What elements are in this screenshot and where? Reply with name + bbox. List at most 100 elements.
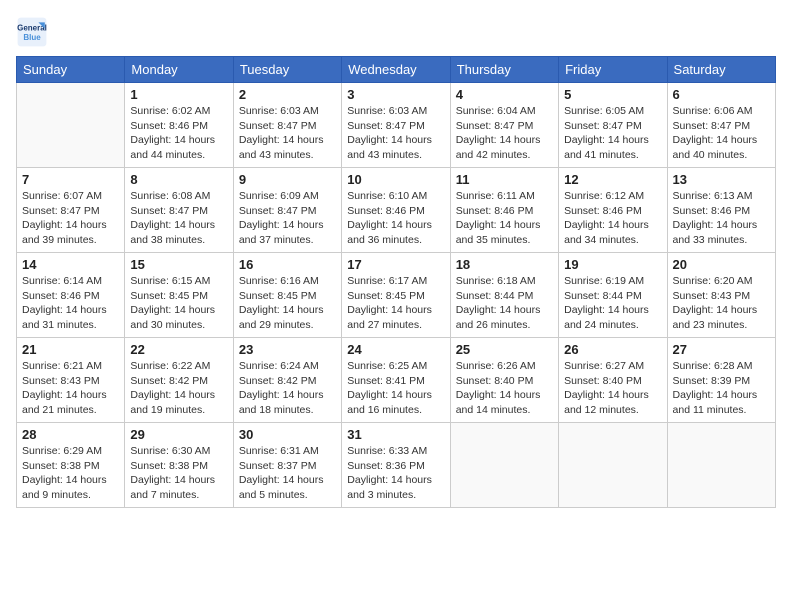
day-info: Sunrise: 6:06 AMSunset: 8:47 PMDaylight:… bbox=[673, 104, 770, 163]
calendar-cell bbox=[450, 423, 558, 508]
calendar-cell bbox=[667, 423, 775, 508]
day-number: 25 bbox=[456, 342, 553, 357]
day-number: 12 bbox=[564, 172, 661, 187]
calendar-cell: 17 Sunrise: 6:17 AMSunset: 8:45 PMDayligh… bbox=[342, 253, 450, 338]
day-info: Sunrise: 6:03 AMSunset: 8:47 PMDaylight:… bbox=[347, 104, 444, 163]
day-number: 19 bbox=[564, 257, 661, 272]
day-info: Sunrise: 6:20 AMSunset: 8:43 PMDaylight:… bbox=[673, 274, 770, 333]
calendar-cell: 16 Sunrise: 6:16 AMSunset: 8:45 PMDayligh… bbox=[233, 253, 341, 338]
day-info: Sunrise: 6:30 AMSunset: 8:38 PMDaylight:… bbox=[130, 444, 227, 503]
day-info: Sunrise: 6:21 AMSunset: 8:43 PMDaylight:… bbox=[22, 359, 119, 418]
day-info: Sunrise: 6:08 AMSunset: 8:47 PMDaylight:… bbox=[130, 189, 227, 248]
day-number: 31 bbox=[347, 427, 444, 442]
day-number: 29 bbox=[130, 427, 227, 442]
day-info: Sunrise: 6:16 AMSunset: 8:45 PMDaylight:… bbox=[239, 274, 336, 333]
day-info: Sunrise: 6:24 AMSunset: 8:42 PMDaylight:… bbox=[239, 359, 336, 418]
day-number: 28 bbox=[22, 427, 119, 442]
day-info: Sunrise: 6:22 AMSunset: 8:42 PMDaylight:… bbox=[130, 359, 227, 418]
day-number: 13 bbox=[673, 172, 770, 187]
calendar-cell: 26Sunrise: 6:27 AMSunset: 8:40 PMDayligh… bbox=[559, 338, 667, 423]
day-info: Sunrise: 6:29 AMSunset: 8:38 PMDaylight:… bbox=[22, 444, 119, 503]
day-info: Sunrise: 6:12 AMSunset: 8:46 PMDaylight:… bbox=[564, 189, 661, 248]
day-info: Sunrise: 6:10 AMSunset: 8:46 PMDaylight:… bbox=[347, 189, 444, 248]
calendar-cell: 11 Sunrise: 6:11 AMSunset: 8:46 PMDayligh… bbox=[450, 168, 558, 253]
calendar-cell: 23 Sunrise: 6:24 AMSunset: 8:42 PMDayligh… bbox=[233, 338, 341, 423]
calendar-cell: 30 Sunrise: 6:31 AMSunset: 8:37 PMDayligh… bbox=[233, 423, 341, 508]
day-info: Sunrise: 6:27 AMSunset: 8:40 PMDaylight:… bbox=[564, 359, 661, 418]
calendar-cell bbox=[559, 423, 667, 508]
day-number: 5 bbox=[564, 87, 661, 102]
day-info: Sunrise: 6:09 AMSunset: 8:47 PMDaylight:… bbox=[239, 189, 336, 248]
day-info: Sunrise: 6:13 AMSunset: 8:46 PMDaylight:… bbox=[673, 189, 770, 248]
day-number: 23 bbox=[239, 342, 336, 357]
svg-text:Blue: Blue bbox=[23, 33, 41, 42]
day-number: 14 bbox=[22, 257, 119, 272]
day-info: Sunrise: 6:25 AMSunset: 8:41 PMDaylight:… bbox=[347, 359, 444, 418]
calendar-cell: 1Sunrise: 6:02 AMSunset: 8:46 PMDaylight… bbox=[125, 83, 233, 168]
day-number: 27 bbox=[673, 342, 770, 357]
day-info: Sunrise: 6:26 AMSunset: 8:40 PMDaylight:… bbox=[456, 359, 553, 418]
day-number: 1 bbox=[130, 87, 227, 102]
day-number: 10 bbox=[347, 172, 444, 187]
calendar-cell: 7Sunrise: 6:07 AMSunset: 8:47 PMDaylight… bbox=[17, 168, 125, 253]
day-number: 18 bbox=[456, 257, 553, 272]
calendar-cell: 25 Sunrise: 6:26 AMSunset: 8:40 PMDayligh… bbox=[450, 338, 558, 423]
calendar-cell: 12 Sunrise: 6:12 AMSunset: 8:46 PMDayligh… bbox=[559, 168, 667, 253]
logo-icon: General Blue bbox=[16, 16, 48, 48]
day-number: 20 bbox=[673, 257, 770, 272]
day-number: 8 bbox=[130, 172, 227, 187]
day-number: 4 bbox=[456, 87, 553, 102]
calendar-cell: 18Sunrise: 6:18 AMSunset: 8:44 PMDayligh… bbox=[450, 253, 558, 338]
day-number: 16 bbox=[239, 257, 336, 272]
col-header-sunday: Sunday bbox=[17, 57, 125, 83]
calendar-header-row: SundayMondayTuesdayWednesdayThursdayFrid… bbox=[17, 57, 776, 83]
calendar-cell: 5Sunrise: 6:05 AMSunset: 8:47 PMDaylight… bbox=[559, 83, 667, 168]
calendar-cell: 31 Sunrise: 6:33 AMSunset: 8:36 PMDayligh… bbox=[342, 423, 450, 508]
day-number: 21 bbox=[22, 342, 119, 357]
week-row-4: 21 Sunrise: 6:21 AMSunset: 8:43 PMDayligh… bbox=[17, 338, 776, 423]
day-number: 17 bbox=[347, 257, 444, 272]
page-header: General Blue bbox=[16, 16, 776, 48]
calendar-cell: 6 Sunrise: 6:06 AMSunset: 8:47 PMDaylight… bbox=[667, 83, 775, 168]
week-row-2: 7Sunrise: 6:07 AMSunset: 8:47 PMDaylight… bbox=[17, 168, 776, 253]
col-header-wednesday: Wednesday bbox=[342, 57, 450, 83]
calendar-cell: 20 Sunrise: 6:20 AMSunset: 8:43 PMDayligh… bbox=[667, 253, 775, 338]
week-row-3: 14Sunrise: 6:14 AMSunset: 8:46 PMDayligh… bbox=[17, 253, 776, 338]
calendar-cell: 21 Sunrise: 6:21 AMSunset: 8:43 PMDayligh… bbox=[17, 338, 125, 423]
calendar-cell: 19 Sunrise: 6:19 AMSunset: 8:44 PMDayligh… bbox=[559, 253, 667, 338]
week-row-5: 28 Sunrise: 6:29 AMSunset: 8:38 PMDayligh… bbox=[17, 423, 776, 508]
day-info: Sunrise: 6:28 AMSunset: 8:39 PMDaylight:… bbox=[673, 359, 770, 418]
day-number: 15 bbox=[130, 257, 227, 272]
col-header-monday: Monday bbox=[125, 57, 233, 83]
day-info: Sunrise: 6:11 AMSunset: 8:46 PMDaylight:… bbox=[456, 189, 553, 248]
calendar-cell: 28 Sunrise: 6:29 AMSunset: 8:38 PMDayligh… bbox=[17, 423, 125, 508]
calendar-cell: 14Sunrise: 6:14 AMSunset: 8:46 PMDayligh… bbox=[17, 253, 125, 338]
calendar-cell: 10 Sunrise: 6:10 AMSunset: 8:46 PMDayligh… bbox=[342, 168, 450, 253]
day-number: 6 bbox=[673, 87, 770, 102]
calendar-cell: 27 Sunrise: 6:28 AMSunset: 8:39 PMDayligh… bbox=[667, 338, 775, 423]
day-number: 7 bbox=[22, 172, 119, 187]
calendar-cell: 15Sunrise: 6:15 AMSunset: 8:45 PMDayligh… bbox=[125, 253, 233, 338]
calendar-cell: 9 Sunrise: 6:09 AMSunset: 8:47 PMDaylight… bbox=[233, 168, 341, 253]
day-info: Sunrise: 6:31 AMSunset: 8:37 PMDaylight:… bbox=[239, 444, 336, 503]
day-info: Sunrise: 6:17 AMSunset: 8:45 PMDaylight:… bbox=[347, 274, 444, 333]
calendar-cell: 29 Sunrise: 6:30 AMSunset: 8:38 PMDayligh… bbox=[125, 423, 233, 508]
col-header-tuesday: Tuesday bbox=[233, 57, 341, 83]
day-number: 9 bbox=[239, 172, 336, 187]
day-number: 11 bbox=[456, 172, 553, 187]
week-row-1: 1Sunrise: 6:02 AMSunset: 8:46 PMDaylight… bbox=[17, 83, 776, 168]
logo: General Blue bbox=[16, 16, 48, 48]
calendar-cell: 2Sunrise: 6:03 AMSunset: 8:47 PMDaylight… bbox=[233, 83, 341, 168]
day-number: 30 bbox=[239, 427, 336, 442]
day-number: 22 bbox=[130, 342, 227, 357]
calendar-cell bbox=[17, 83, 125, 168]
day-info: Sunrise: 6:19 AMSunset: 8:44 PMDaylight:… bbox=[564, 274, 661, 333]
calendar-cell: 8 Sunrise: 6:08 AMSunset: 8:47 PMDaylight… bbox=[125, 168, 233, 253]
day-info: Sunrise: 6:33 AMSunset: 8:36 PMDaylight:… bbox=[347, 444, 444, 503]
day-number: 3 bbox=[347, 87, 444, 102]
col-header-thursday: Thursday bbox=[450, 57, 558, 83]
day-info: Sunrise: 6:03 AMSunset: 8:47 PMDaylight:… bbox=[239, 104, 336, 163]
calendar-cell: 24Sunrise: 6:25 AMSunset: 8:41 PMDayligh… bbox=[342, 338, 450, 423]
day-info: Sunrise: 6:04 AMSunset: 8:47 PMDaylight:… bbox=[456, 104, 553, 163]
col-header-saturday: Saturday bbox=[667, 57, 775, 83]
